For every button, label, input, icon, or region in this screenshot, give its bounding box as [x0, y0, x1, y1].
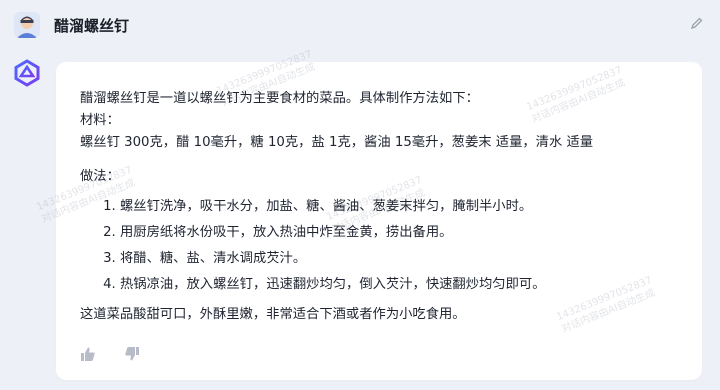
assistant-logo-icon: [14, 59, 40, 87]
list-item: 热锅凉油，放入螺丝钉，迅速翻炒均匀，倒入芡汁，快速翻炒均匀即可。: [120, 274, 682, 296]
list-item: 将醋、糖、盐、清水调成芡汁。: [120, 248, 682, 270]
conclusion-text: 这道菜品酸甜可口，外酥里嫩，非常适合下酒或者作为小吃食用。: [80, 307, 466, 322]
intro-text: 醋溜螺丝钉是一道以螺丝钉为主要食材的菜品。具体制作方法如下：: [80, 91, 479, 106]
user-prompt-text: 醋溜螺丝钉: [54, 16, 130, 35]
thumbs-down-icon[interactable]: [124, 346, 140, 362]
user-message-row: 醋溜螺丝钉: [14, 12, 129, 38]
user-avatar-icon: [14, 12, 40, 38]
materials-text: 螺丝钉 300克，醋 10毫升，糖 10克，盐 1克，酱油 15毫升，葱姜末 适…: [80, 135, 594, 150]
steps-list: 螺丝钉洗净，吸干水分，加盐、糖、酱油、葱姜末拌匀，腌制半小时。 用厨房纸将水份吸…: [80, 196, 682, 296]
method-label: 做法：: [80, 169, 120, 184]
pencil-icon[interactable]: [690, 16, 704, 30]
list-item: 螺丝钉洗净，吸干水分，加盐、糖、酱油、葱姜末拌匀，腌制半小时。: [120, 196, 682, 218]
assistant-response-card: 14326399970​52837 对话内容由AI自动生成 14326399970…: [35, 49, 702, 380]
list-item: 用厨房纸将水份吸干，放入热油中炸至金黄，捞出备用。: [120, 222, 682, 244]
feedback-actions: [80, 346, 168, 362]
materials-label: 材料：: [80, 113, 120, 128]
thumbs-up-icon[interactable]: [80, 346, 96, 362]
